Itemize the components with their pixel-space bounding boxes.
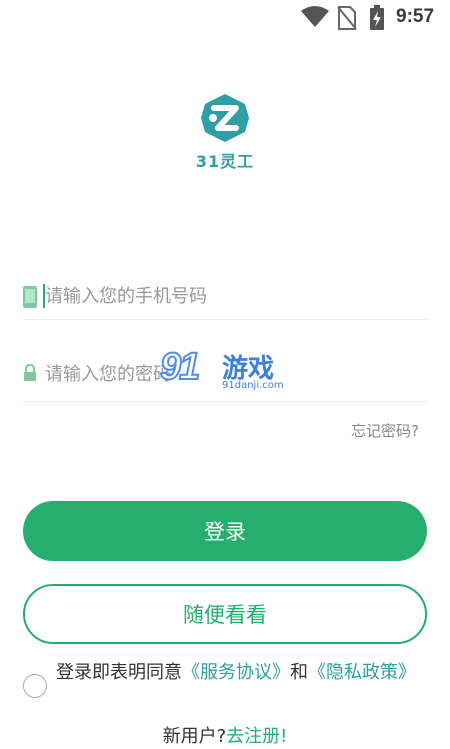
status-time: 9:57 bbox=[396, 6, 435, 27]
battery-charging-icon bbox=[369, 5, 385, 35]
privacy-policy-link[interactable]: 《隐私政策》 bbox=[308, 662, 416, 683]
browse-button[interactable]: 随便看看 bbox=[23, 584, 427, 644]
logo-text: 31灵工 bbox=[195, 152, 255, 171]
phone-input[interactable] bbox=[45, 280, 425, 312]
agreement-checkbox[interactable] bbox=[23, 674, 47, 698]
wifi-icon bbox=[300, 6, 330, 32]
no-sim-icon bbox=[337, 6, 357, 34]
status-bar: 9:57 bbox=[0, 0, 450, 36]
login-button[interactable]: 登录 bbox=[23, 501, 427, 561]
register-prefix: 新用户? bbox=[162, 726, 227, 747]
agreement-prefix: 登录即表明同意 bbox=[56, 662, 182, 683]
watermark-number: 91 bbox=[159, 345, 201, 389]
service-agreement-link[interactable]: 《服务协议》 bbox=[182, 662, 290, 683]
lock-icon bbox=[23, 363, 37, 386]
agreement-text: 登录即表明同意《服务协议》和《隐私政策》 bbox=[56, 660, 426, 686]
watermark-logo: 91 游戏 91danji.com bbox=[159, 345, 294, 398]
phone-field-row bbox=[23, 272, 427, 320]
forgot-password-link[interactable]: 忘记密码? bbox=[351, 420, 419, 441]
register-link[interactable]: 去注册! bbox=[226, 726, 287, 747]
agreement-row: 登录即表明同意《服务协议》和《隐私政策》 bbox=[23, 660, 427, 716]
register-row: 新用户?去注册! bbox=[0, 722, 450, 748]
logo-mark-icon bbox=[201, 94, 249, 142]
watermark-url: 91danji.com bbox=[222, 380, 284, 391]
phone-icon bbox=[23, 286, 37, 312]
app-logo: 31灵工 bbox=[190, 92, 260, 172]
agreement-and: 和 bbox=[290, 662, 308, 683]
